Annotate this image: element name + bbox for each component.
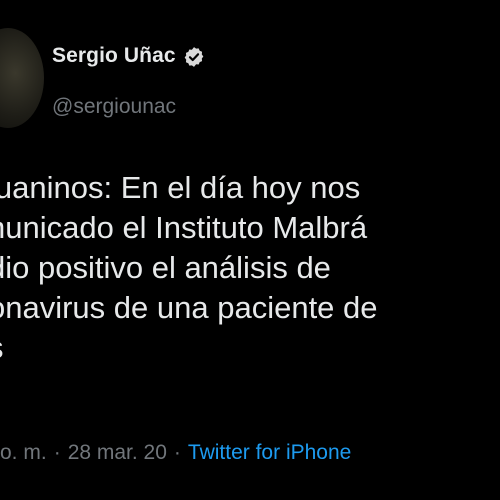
avatar[interactable] [0, 28, 44, 128]
tweet-card: Sergio Uñac @sergiounac juaninos: En el … [0, 0, 500, 500]
tweet-time[interactable]: o. m. [0, 441, 47, 464]
meta-separator: · [53, 441, 61, 464]
author-handle[interactable]: @sergiounac [52, 95, 176, 119]
tweet-date[interactable]: 28 mar. 20 [68, 441, 167, 464]
tweet-source-link[interactable]: Twitter for iPhone [188, 441, 351, 464]
tweet-text-line: dio positivo el análisis de [0, 250, 331, 285]
verified-badge-icon [183, 46, 205, 68]
tweet-text-line: onavirus de una paciente de [0, 290, 378, 325]
tweet-text-line: nunicado el Instituto Malbrá [0, 210, 368, 245]
tweet-text-line: juaninos: En el día hoy nos [0, 170, 361, 205]
meta-separator: · [173, 441, 181, 464]
tweet-text-line: s [0, 328, 500, 368]
author-name-row: Sergio Uñac [52, 44, 205, 68]
tweet-meta: o. m. · 28 mar. 20 · Twitter for iPhone [0, 441, 351, 465]
tweet-text: juaninos: En el día hoy nos nunicado el … [0, 168, 500, 368]
author-name[interactable]: Sergio Uñac [52, 44, 176, 68]
